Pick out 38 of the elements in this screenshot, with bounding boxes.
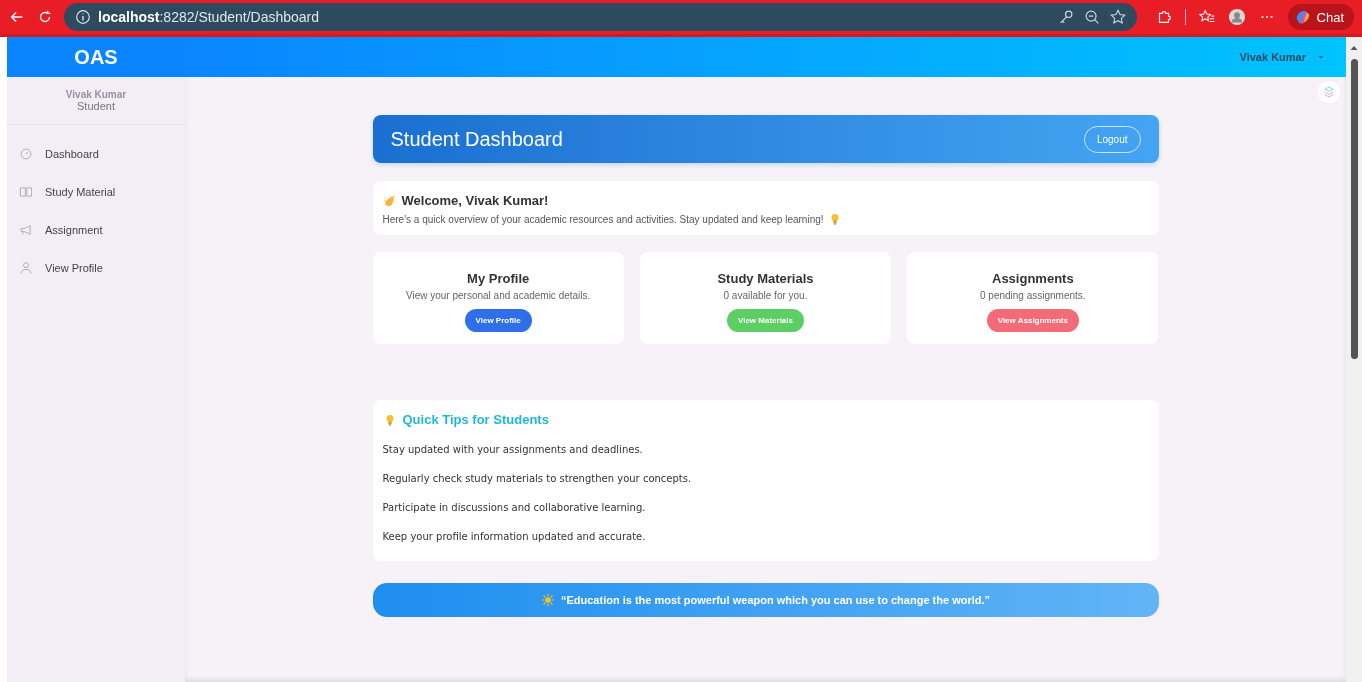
page-title: Student Dashboard: [390, 127, 563, 151]
card-text: View your personal and academic details.: [405, 290, 591, 301]
user-menu[interactable]: Vivak Kumar: [1239, 50, 1328, 64]
sidebar-item[interactable]: Assignment: [7, 211, 185, 249]
address-bar[interactable]: localhost:8282/Student/Dashboard: [64, 3, 1137, 31]
card-title: Study Materials: [717, 271, 814, 286]
sun-icon: [540, 593, 555, 607]
scroll-thumb[interactable]: [1350, 59, 1358, 359]
scrollbar[interactable]: [1346, 37, 1362, 682]
layers-icon: [1322, 85, 1336, 99]
card-title: My Profile: [467, 271, 530, 286]
person-icon: [19, 261, 33, 275]
tip-text: Keep your profile information updated and accurate.: [382, 530, 647, 544]
megaphone-icon: [19, 223, 33, 237]
info-icon[interactable]: [74, 8, 92, 26]
quote-text: “Education is the most powerful weapon which you can use to change the world.”: [560, 594, 991, 606]
book-icon: [19, 185, 33, 199]
card-title: Assignments: [992, 271, 1074, 286]
sidebar-item[interactable]: View Profile: [7, 249, 185, 287]
card-text: 0 pending assignments.: [980, 290, 1086, 301]
card-text: 0 available for you.: [723, 290, 808, 301]
gauge-icon: [19, 147, 33, 161]
user-role: Student: [77, 100, 115, 112]
welcome-text: Here's a quick overview of your academic resources and activities. Stay updated and keep learning!: [382, 213, 824, 225]
user-name: Vivak Kumar: [65, 89, 127, 100]
url-text: localhost:8282/Student/Dashboard: [98, 9, 321, 25]
sidebar-item[interactable]: Study Material: [7, 173, 185, 211]
star-icon[interactable]: [1108, 8, 1127, 26]
tips-title: Quick Tips for Students: [402, 412, 549, 427]
chat-button[interactable]: Chat: [1287, 4, 1354, 30]
welcome-title: Welcome, Vivak Kumar!: [401, 193, 549, 208]
brand-logo: OAS: [7, 37, 185, 77]
tip-text: Regularly check study materials to strengthen your concepts.: [382, 472, 693, 486]
tip-text: Participate in discussions and collaborative learning.: [382, 501, 647, 515]
card-button[interactable]: View Profile: [464, 309, 532, 332]
tip-text: Stay updated with your assignments and deadlines.: [382, 443, 644, 457]
avatar-icon[interactable]: [1227, 8, 1246, 26]
sidebar-item[interactable]: Dashboard: [7, 135, 185, 173]
